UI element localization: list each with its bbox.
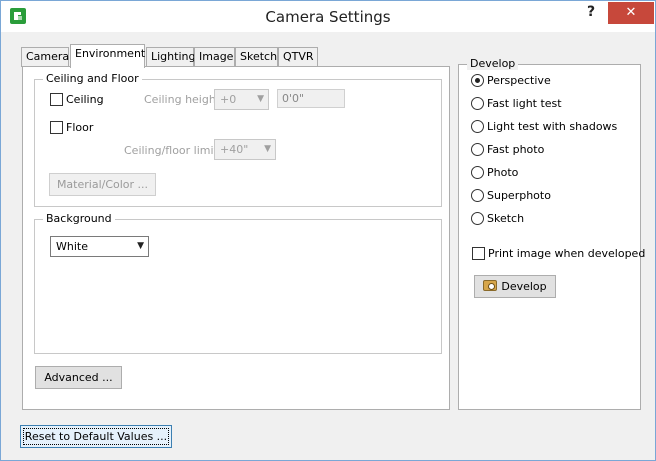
- reset-defaults-button[interactable]: Reset to Default Values ...: [20, 425, 172, 448]
- close-button[interactable]: ✕: [608, 2, 654, 24]
- develop-button[interactable]: Develop: [474, 275, 556, 298]
- ceiling-label: Ceiling: [66, 93, 104, 106]
- tab-sketch[interactable]: Sketch: [235, 47, 278, 67]
- radio-label-sketch: Sketch: [487, 212, 525, 225]
- camera-icon: [483, 280, 498, 291]
- develop-group-label: Develop: [467, 57, 519, 70]
- ceiling-floor-limits-select[interactable]: +40" ▼: [214, 139, 276, 160]
- title-bar: Camera Settings ? ✕: [1, 1, 655, 32]
- print-image-checkbox[interactable]: [472, 247, 485, 260]
- radio-label-light-test-shadows: Light test with shadows: [487, 120, 618, 133]
- chevron-down-icon: ▼: [257, 94, 264, 104]
- ceiling-height-value: +0: [220, 93, 237, 106]
- ceiling-floor-limits-label: Ceiling/floor limits: [124, 144, 224, 157]
- ceiling-height-label: Ceiling height: [144, 93, 221, 106]
- tab-image[interactable]: Image: [194, 47, 235, 67]
- background-select[interactable]: White ▼: [50, 236, 149, 257]
- chevron-down-icon: ▼: [137, 241, 144, 251]
- develop-button-label: Develop: [501, 280, 547, 293]
- radio-fast-light-test[interactable]: [471, 97, 484, 110]
- ceiling-checkbox[interactable]: [50, 93, 63, 106]
- tab-lighting[interactable]: Lighting: [146, 47, 195, 67]
- radio-label-photo: Photo: [487, 166, 519, 179]
- radio-label-fast-light-test: Fast light test: [487, 97, 562, 110]
- floor-label: Floor: [66, 121, 94, 134]
- print-image-label: Print image when developed: [488, 247, 646, 260]
- tab-camera[interactable]: Camera: [21, 47, 69, 67]
- radio-label-fast-photo: Fast photo: [487, 143, 545, 156]
- chevron-down-icon: ▼: [264, 144, 271, 154]
- ceiling-floor-group-label: Ceiling and Floor: [43, 72, 142, 85]
- material-color-button[interactable]: Material/Color ...: [49, 173, 156, 196]
- help-button[interactable]: ?: [581, 4, 601, 26]
- ceiling-floor-limits-value: +40": [220, 143, 249, 156]
- window-title: Camera Settings: [265, 8, 391, 26]
- radio-light-test-shadows[interactable]: [471, 120, 484, 133]
- radio-superphoto[interactable]: [471, 189, 484, 202]
- advanced-button[interactable]: Advanced ...: [35, 366, 122, 389]
- camera-settings-window: Camera Settings ? ✕ Camera Environment L…: [0, 0, 656, 461]
- tab-environment[interactable]: Environment: [70, 44, 145, 68]
- background-value: White: [56, 240, 88, 253]
- ceiling-height-select[interactable]: +0 ▼: [214, 89, 269, 110]
- radio-label-perspective: Perspective: [487, 74, 551, 87]
- background-group-label: Background: [43, 212, 115, 225]
- develop-group: [458, 64, 641, 410]
- tab-qtvr[interactable]: QTVR: [278, 47, 318, 67]
- radio-label-superphoto: Superphoto: [487, 189, 551, 202]
- floor-checkbox[interactable]: [50, 121, 63, 134]
- radio-photo[interactable]: [471, 166, 484, 179]
- ceiling-height-input[interactable]: 0'0": [277, 89, 345, 108]
- radio-perspective[interactable]: [471, 74, 484, 87]
- radio-sketch[interactable]: [471, 212, 484, 225]
- radio-fast-photo[interactable]: [471, 143, 484, 156]
